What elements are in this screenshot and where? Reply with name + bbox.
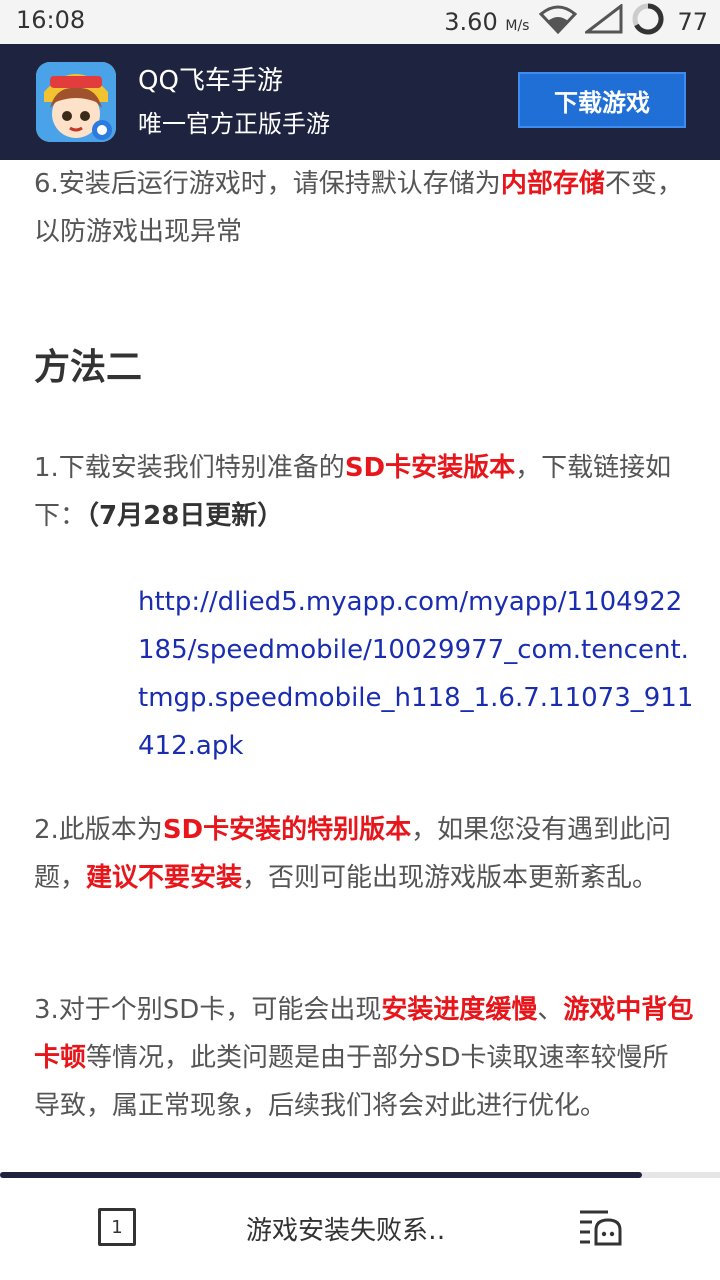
section-heading: 方法二: [34, 347, 143, 388]
reader-mode-icon[interactable]: [578, 1208, 624, 1248]
m3-text-end: 等情况，此类问题是由于部分SD卡读取速率较慢所导致，属正常现象，后续我们将会对此…: [34, 1043, 669, 1121]
battery-ring-icon: [631, 2, 665, 42]
battery-level: 77: [677, 8, 708, 36]
m1-text: 1.下载安装我们特别准备的: [34, 453, 345, 483]
m1-highlight: SD卡安装版本: [344, 453, 516, 483]
m2-text-end: ，否则可能出现游戏版本更新紊乱。: [242, 863, 659, 893]
m1-update-date: （7月28日更新）: [86, 501, 284, 531]
step-6-highlight: 内部存储: [500, 169, 605, 199]
app-subtitle: 唯一官方正版手游: [138, 110, 330, 138]
browser-bottom-bar: 1 游戏安装失败系‥: [0, 1178, 720, 1280]
download-link[interactable]: http://dlied5.myapp.com/myapp/1104922185…: [138, 578, 698, 770]
m3-text: 3.对于个别SD卡，可能会出现: [34, 995, 382, 1025]
current-page-title[interactable]: 游戏安装失败系‥: [246, 1210, 445, 1247]
cellular-signal-icon: [583, 2, 623, 40]
m3-highlight-1: 安装进度缓慢: [381, 995, 538, 1025]
status-bar: 16:08 3.60 M/s 77: [0, 0, 720, 44]
m2-highlight-1: SD卡安装的特别版本: [162, 815, 412, 845]
m2-highlight-2: 建议不要安装: [86, 863, 243, 893]
network-speed-unit: M/s: [505, 18, 530, 34]
app-download-banner: QQ飞车手游 唯一官方正版手游 下载游戏: [0, 44, 720, 160]
status-indicators: 3.60 M/s 77: [444, 2, 708, 42]
tab-count: 1: [111, 1216, 123, 1238]
download-game-button[interactable]: 下载游戏: [518, 72, 686, 128]
m3-separator: 、: [537, 995, 564, 1025]
paragraph-method-2-step-2: 2.此版本为SD卡安装的特别版本，如果您没有遇到此问题，建议不要安装，否则可能出…: [34, 806, 694, 902]
app-icon[interactable]: [36, 62, 116, 142]
status-time: 16:08: [16, 6, 86, 34]
paragraph-step-6: 6.安装后运行游戏时，请保持默认存储为内部存储不变，以防游戏出现异常: [34, 160, 694, 256]
app-name: QQ飞车手游: [138, 66, 283, 96]
paragraph-method-2-step-1: 1.下载安装我们特别准备的SD卡安装版本，下载链接如下：（7月28日更新）: [34, 444, 694, 540]
m2-text: 2.此版本为: [34, 815, 163, 845]
wifi-icon: [539, 4, 578, 40]
tab-switcher-button[interactable]: 1: [98, 1208, 136, 1246]
network-speed: 3.60 M/s: [444, 8, 529, 36]
paragraph-method-2-step-3: 3.对于个别SD卡，可能会出现安装进度缓慢、游戏中背包卡顿等情况，此类问题是由于…: [34, 986, 694, 1130]
step-6-text: 6.安装后运行游戏时，请保持默认存储为: [34, 169, 501, 199]
network-speed-value: 3.60: [444, 8, 498, 36]
